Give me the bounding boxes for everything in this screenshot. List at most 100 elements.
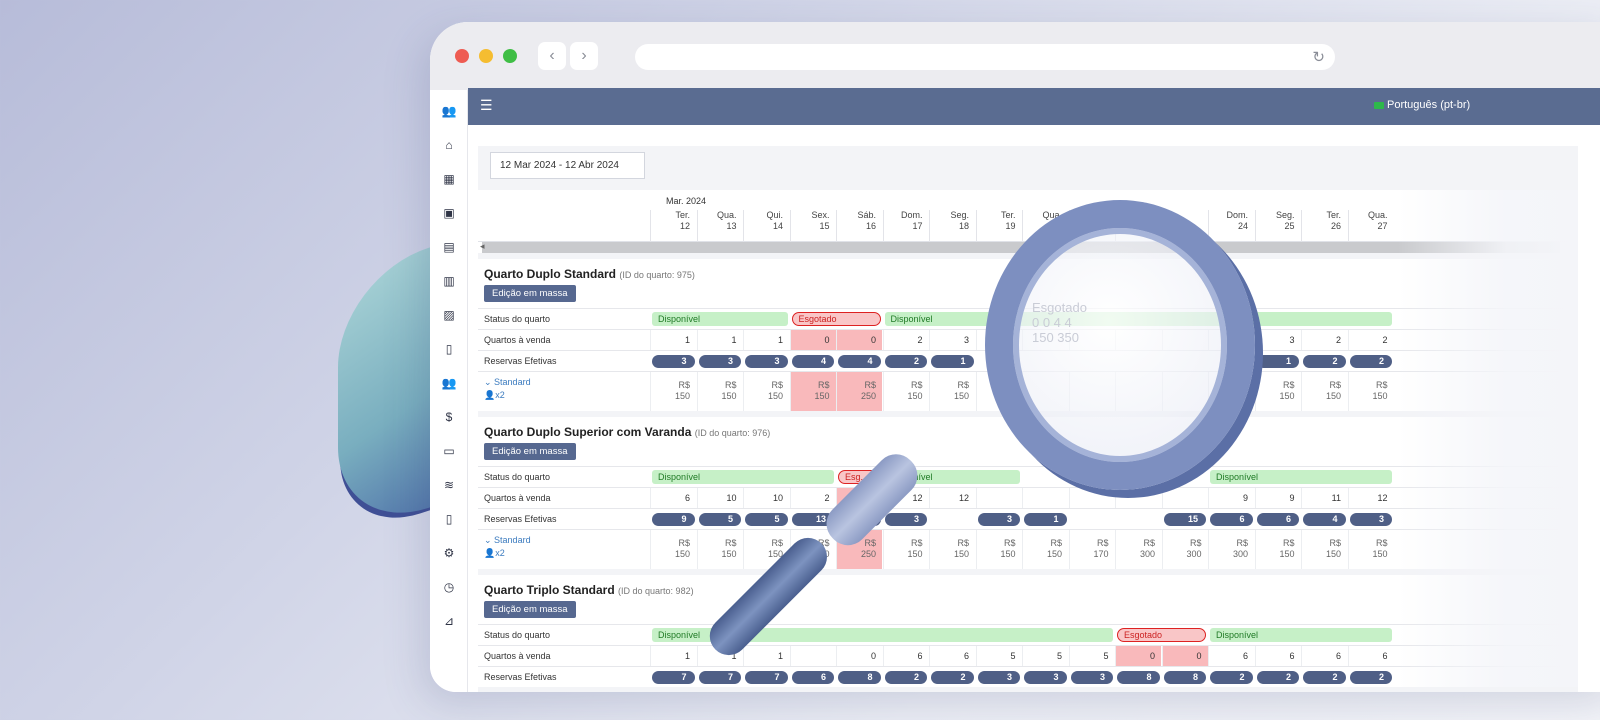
booking-count-pill[interactable]: 3 xyxy=(652,355,695,368)
for-sale-cell[interactable]: 6 xyxy=(929,646,975,666)
chevron-right-icon[interactable]: › xyxy=(570,42,598,70)
price-cell[interactable]: R$ 150 xyxy=(882,530,929,569)
database-icon[interactable]: ≋ xyxy=(440,476,458,494)
booking-count-pill[interactable]: 6 xyxy=(1256,513,1299,526)
status-available[interactable]: Disponível xyxy=(1210,470,1392,484)
for-sale-cell[interactable]: 6 xyxy=(882,646,929,666)
for-sale-cell[interactable]: 3 xyxy=(929,330,975,350)
booking-count-pill[interactable]: 3 xyxy=(698,355,741,368)
booking-count-pill[interactable]: 7 xyxy=(652,671,695,684)
booking-count-pill[interactable]: 7 xyxy=(698,671,741,684)
price-cell[interactable]: R$ 250 xyxy=(836,372,882,411)
building-icon[interactable]: ▦ xyxy=(440,170,458,188)
sitemap-icon[interactable]: ⊿ xyxy=(440,612,458,630)
for-sale-cell[interactable]: 2 xyxy=(1347,330,1394,350)
for-sale-cell[interactable]: 10 xyxy=(743,488,789,508)
close-window-button[interactable] xyxy=(455,49,469,63)
for-sale-cell[interactable]: 10 xyxy=(696,488,743,508)
gear-icon[interactable]: ⚙ xyxy=(440,544,458,562)
booking-count-pill[interactable]: 3 xyxy=(1070,671,1113,684)
booking-count-pill[interactable]: 3 xyxy=(1349,513,1392,526)
rate-plan-link[interactable]: ⌄ Standard 👤x2 xyxy=(484,376,531,402)
for-sale-cell[interactable] xyxy=(789,646,836,666)
status-available[interactable]: Disponível xyxy=(652,312,788,326)
booking-count-pill[interactable]: 4 xyxy=(838,355,881,368)
for-sale-cell[interactable]: 6 xyxy=(1208,646,1254,666)
booking-count-pill[interactable]: 1 xyxy=(931,355,974,368)
users-icon[interactable]: 👥 xyxy=(440,102,458,120)
price-cell[interactable]: R$ 300 xyxy=(1115,530,1161,569)
status-sold-out[interactable]: Esgotado xyxy=(1117,628,1206,642)
for-sale-cell[interactable]: 1 xyxy=(696,330,743,350)
for-sale-cell[interactable]: 11 xyxy=(1301,488,1347,508)
price-cell[interactable]: R$ 150 xyxy=(1301,530,1347,569)
maximize-window-button[interactable] xyxy=(503,49,517,63)
price-cell[interactable]: R$ 150 xyxy=(650,530,696,569)
mass-edit-button[interactable]: Edição em massa xyxy=(484,601,576,618)
booking-count-pill[interactable]: 3 xyxy=(745,355,788,368)
booking-count-pill[interactable]: 4 xyxy=(1303,513,1346,526)
book-icon[interactable]: ▥ xyxy=(440,272,458,290)
for-sale-cell[interactable]: 6 xyxy=(1347,646,1394,666)
for-sale-cell[interactable]: 0 xyxy=(836,330,882,350)
for-sale-cell[interactable]: 6 xyxy=(1301,646,1347,666)
booking-count-pill[interactable]: 15 xyxy=(1163,513,1206,526)
money-icon[interactable]: ▭ xyxy=(440,442,458,460)
booking-count-pill[interactable]: 1 xyxy=(1024,513,1067,526)
file-icon[interactable]: ▯ xyxy=(440,340,458,358)
for-sale-cell[interactable]: 9 xyxy=(1254,488,1301,508)
price-cell[interactable]: R$ 150 xyxy=(696,372,743,411)
price-cell[interactable]: R$ 150 xyxy=(1022,530,1068,569)
booking-count-pill[interactable]: 5 xyxy=(698,513,741,526)
for-sale-cell[interactable]: 9 xyxy=(1208,488,1254,508)
language-selector[interactable]: Português (pt-br) xyxy=(1374,99,1470,111)
for-sale-cell[interactable]: 5 xyxy=(1022,646,1068,666)
price-cell[interactable]: R$ 150 xyxy=(929,372,975,411)
price-cell[interactable]: R$ 300 xyxy=(1208,530,1254,569)
price-cell[interactable]: R$ 150 xyxy=(929,530,975,569)
price-cell[interactable]: R$ 300 xyxy=(1161,530,1208,569)
for-sale-cell[interactable]: 6 xyxy=(650,488,696,508)
for-sale-cell[interactable] xyxy=(1068,488,1115,508)
for-sale-cell[interactable]: 1 xyxy=(650,330,696,350)
booking-count-pill[interactable]: 6 xyxy=(791,671,834,684)
dollar-icon[interactable]: $ xyxy=(440,408,458,426)
for-sale-cell[interactable]: 3 xyxy=(1254,330,1301,350)
document-icon[interactable]: ▯ xyxy=(440,510,458,528)
status-sold-out[interactable]: Esgotado xyxy=(791,312,881,326)
for-sale-cell[interactable] xyxy=(1022,488,1068,508)
hotel-icon[interactable]: ▣ xyxy=(440,204,458,222)
booking-count-pill[interactable]: 4 xyxy=(791,355,834,368)
booking-count-pill[interactable]: 2 xyxy=(1210,671,1253,684)
price-cell[interactable]: R$ 150 xyxy=(1347,372,1394,411)
booking-count-pill[interactable]: 2 xyxy=(1349,355,1392,368)
booking-count-pill[interactable]: 1 xyxy=(1256,355,1299,368)
price-cell[interactable]: R$ 150 xyxy=(1301,372,1347,411)
for-sale-cell[interactable] xyxy=(1161,488,1208,508)
hamburger-icon[interactable]: ☰ xyxy=(480,97,493,114)
group-icon[interactable]: 👥 xyxy=(440,374,458,392)
booking-count-pill[interactable]: 3 xyxy=(884,513,927,526)
booking-count-pill[interactable]: 2 xyxy=(884,671,927,684)
price-cell[interactable]: R$ 150 xyxy=(975,530,1022,569)
price-cell[interactable]: R$ 170 xyxy=(1068,530,1115,569)
date-range-input[interactable]: 12 Mar 2024 - 12 Abr 2024 xyxy=(490,152,645,179)
chevron-left-icon[interactable]: ‹ xyxy=(538,42,566,70)
for-sale-cell[interactable]: 0 xyxy=(789,330,836,350)
price-cell[interactable]: R$ 150 xyxy=(696,530,743,569)
booking-count-pill[interactable]: 2 xyxy=(1349,671,1392,684)
status-available[interactable]: Disponível xyxy=(1210,628,1392,642)
booking-count-pill[interactable]: 2 xyxy=(1303,671,1346,684)
for-sale-cell[interactable]: 1 xyxy=(743,330,789,350)
for-sale-cell[interactable]: 2 xyxy=(1301,330,1347,350)
rate-plan-link[interactable]: ⌄ Standard 👤x2 xyxy=(484,534,531,560)
address-bar[interactable]: ↻ xyxy=(635,44,1335,70)
booking-count-pill[interactable]: 9 xyxy=(652,513,695,526)
price-cell[interactable]: R$ 150 xyxy=(1254,530,1301,569)
for-sale-cell[interactable]: 5 xyxy=(975,646,1022,666)
image-icon[interactable]: ▨ xyxy=(440,306,458,324)
booking-count-pill[interactable]: 8 xyxy=(1117,671,1160,684)
mass-edit-button[interactable]: Edição em massa xyxy=(484,285,576,302)
for-sale-cell[interactable]: 1 xyxy=(650,646,696,666)
for-sale-cell[interactable]: 2 xyxy=(882,330,929,350)
